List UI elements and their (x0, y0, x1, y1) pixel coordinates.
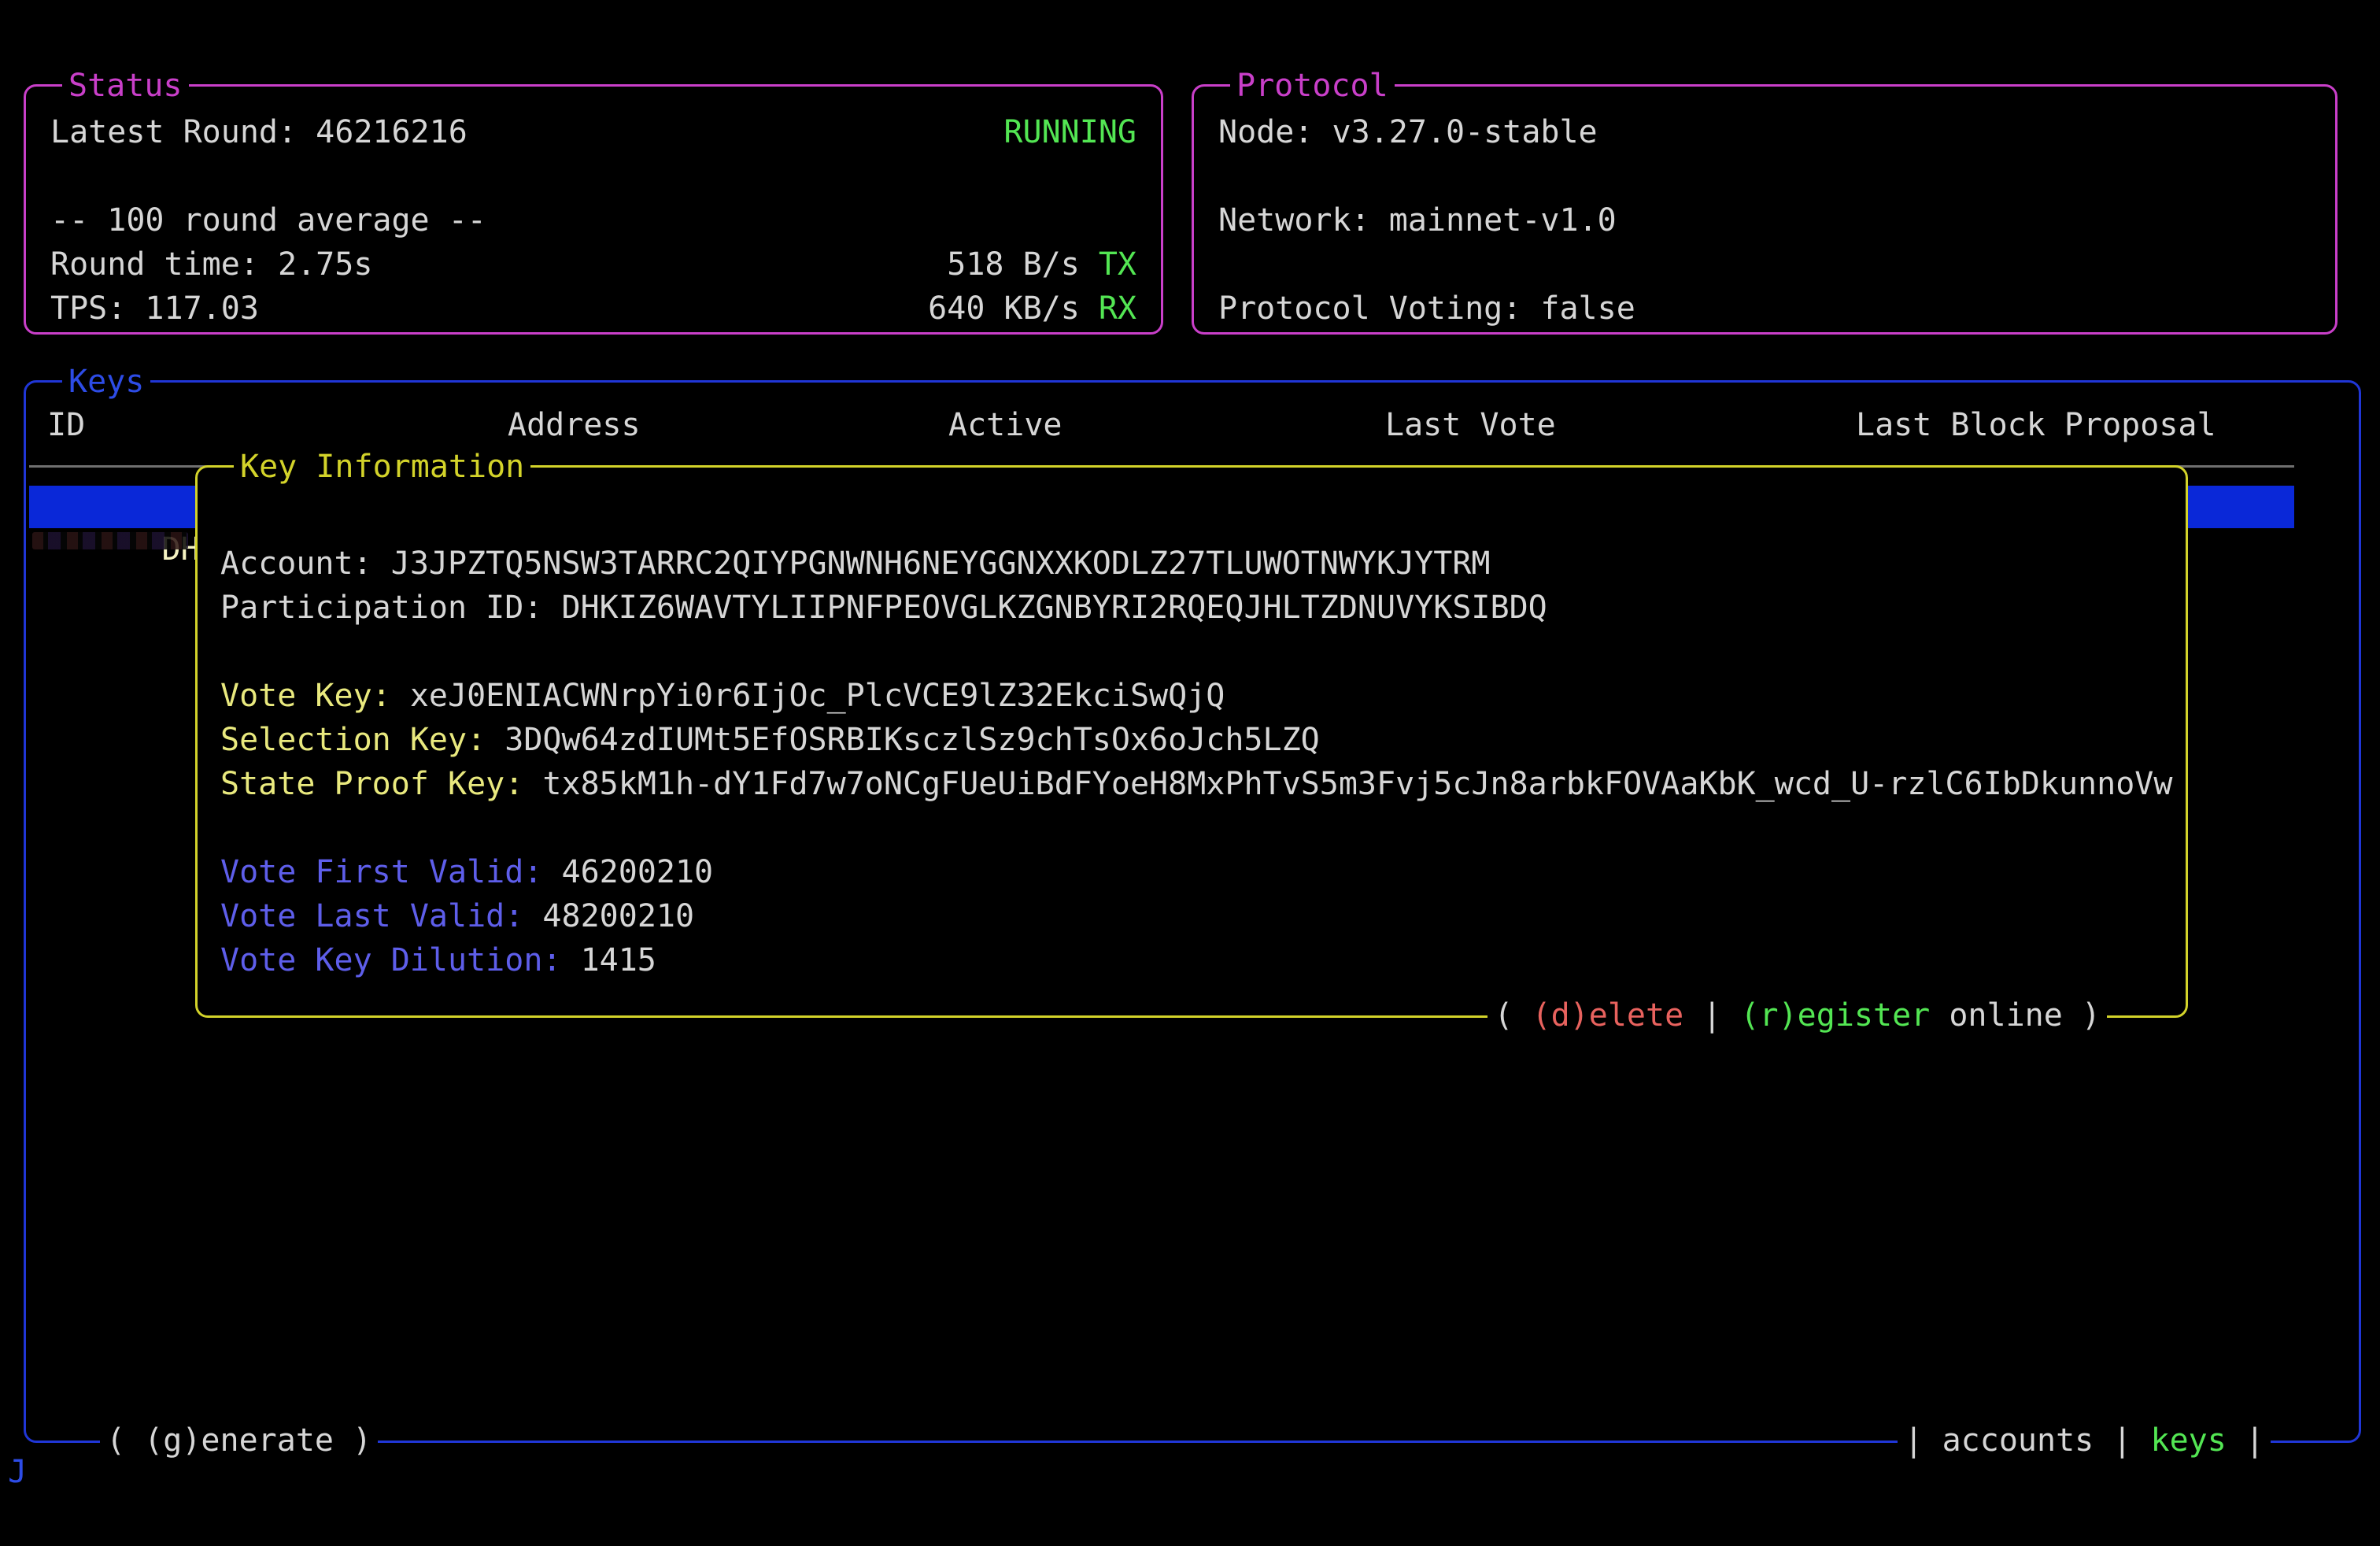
running-status-badge: RUNNING (1003, 110, 1136, 154)
vote-key-dilution-value: 1415 (581, 942, 656, 978)
status-row-average-header: -- 100 round average -- (50, 198, 1136, 242)
round-average-header: -- 100 round average -- (50, 198, 486, 242)
generate-key-action[interactable]: ( (g)enerate ) (100, 1418, 378, 1463)
participation-id-value: DHKIZ6WAVTYLIIPNFPEOVGLKZGNBYRI2RQEQJHLT… (561, 590, 1547, 626)
key-actions-bar: ( (d)elete | (r)egister online ) (1488, 993, 2107, 1037)
protocol-row-network: Network: mainnet-v1.0 (1218, 198, 2311, 242)
latest-round-text: Latest Round: 46216216 (50, 110, 468, 154)
border-artifact-glyph: J (8, 1450, 27, 1494)
vote-last-valid-label: Vote Last Valid: (220, 898, 542, 934)
account-value: J3JPZTQ5NSW3TARRC2QIYPGNWNH6NEYGGNXXKODL… (391, 546, 1491, 582)
nav-tab-keys[interactable]: keys (2151, 1422, 2227, 1459)
rx-rate-value: 640 KB/s (928, 290, 1080, 327)
rx-rate: 640 KB/s RX (928, 287, 1136, 331)
vote-first-valid-row: Vote First Valid: 46200210 (220, 850, 713, 894)
participation-id-label: Participation ID: (220, 590, 561, 626)
protocol-panel: Protocol Node: v3.27.0-stable Network: m… (1192, 84, 2338, 335)
column-header-last-block-proposal: Last Block Proposal (1856, 403, 2216, 447)
status-row-latest-round: Latest Round: 46216216 RUNNING (50, 110, 1136, 154)
actions-open-paren: ( (1494, 997, 1532, 1034)
account-label: Account: (220, 546, 391, 582)
selection-key-value: 3DQw64zdIUMt5EfOSRBIKsczlSz9chTsOx6oJch5… (504, 722, 1320, 758)
round-time-text: Round time: 2.75s (50, 242, 372, 287)
status-panel-title: Status (62, 64, 189, 108)
vote-first-valid-label: Vote First Valid: (220, 854, 561, 890)
protocol-panel-title: Protocol (1230, 64, 1395, 108)
node-version-text: Node: v3.27.0-stable (1218, 110, 1598, 154)
delete-key-action[interactable]: (d)elete (1532, 997, 1684, 1034)
column-header-active: Active (948, 403, 1062, 447)
key-information-dialog: Key Information Account: J3JPZTQ5NSW3TAR… (195, 465, 2188, 1018)
view-nav: | accounts | keys | (1898, 1418, 2271, 1463)
column-header-last-vote: Last Vote (1385, 403, 1556, 447)
column-header-id: ID (47, 403, 85, 447)
vote-key-dilution-label: Vote Key Dilution: (220, 942, 581, 978)
actions-separator: | (1683, 997, 1740, 1034)
vote-last-valid-row: Vote Last Valid: 48200210 (220, 894, 694, 938)
actions-close-paren: ) (2063, 997, 2101, 1034)
tx-rate-value: 518 B/s (947, 246, 1080, 283)
network-text: Network: mainnet-v1.0 (1218, 198, 1617, 242)
status-row-tps: TPS: 117.03 640 KB/s RX (50, 287, 1136, 331)
terminal-screen: Status Latest Round: 46216216 RUNNING --… (0, 0, 2380, 1546)
protocol-voting-text: Protocol Voting: false (1218, 287, 1635, 331)
keys-panel-title: Keys (62, 360, 150, 404)
vote-last-valid-value: 48200210 (542, 898, 694, 934)
vote-key-label: Vote Key: (220, 678, 410, 714)
status-panel: Status Latest Round: 46216216 RUNNING --… (24, 84, 1163, 335)
vote-first-valid-value: 46200210 (561, 854, 713, 890)
tx-rate-unit: TX (1099, 246, 1136, 283)
tx-rate: 518 B/s TX (947, 242, 1136, 287)
obscured-row-artifact (32, 532, 188, 549)
vote-key-dilution-row: Vote Key Dilution: 1415 (220, 938, 656, 982)
state-proof-key-row: State Proof Key: tx85kM1h-dY1Fd7w7oNCgFU… (220, 762, 2172, 806)
nav-separator-right: | (2227, 1422, 2264, 1459)
keys-table-header: ID Address Active Last Vote Last Block P… (26, 403, 2359, 447)
nav-separator-left: | (1904, 1422, 1942, 1459)
selection-key-row: Selection Key: 3DQw64zdIUMt5EfOSRBIKsczl… (220, 718, 1320, 762)
participation-id-row: Participation ID: DHKIZ6WAVTYLIIPNFPEOVG… (220, 586, 1547, 630)
state-proof-key-label: State Proof Key: (220, 766, 542, 802)
protocol-row-node: Node: v3.27.0-stable (1218, 110, 2311, 154)
nav-separator-mid: | (2094, 1422, 2150, 1459)
protocol-row-voting: Protocol Voting: false (1218, 287, 2311, 331)
vote-key-value: xeJ0ENIACWNrpYi0r6IjOc_PlcVCE9lZ32EkciSw… (410, 678, 1225, 714)
tps-text: TPS: 117.03 (50, 287, 259, 331)
register-action-suffix: online (1930, 997, 2063, 1034)
account-row: Account: J3JPZTQ5NSW3TARRC2QIYPGNWNH6NEY… (220, 542, 1491, 586)
state-proof-key-value: tx85kM1h-dY1Fd7w7oNCgFUeUiBdFYoeH8MxPhTv… (542, 766, 2172, 802)
status-row-round-time: Round time: 2.75s 518 B/s TX (50, 242, 1136, 287)
key-information-title: Key Information (234, 445, 530, 489)
nav-tab-accounts[interactable]: accounts (1942, 1422, 2094, 1459)
register-action-label: (r)egister (1740, 997, 1930, 1034)
register-online-action[interactable]: (r)egister online (1740, 997, 2062, 1034)
vote-key-row: Vote Key: xeJ0ENIACWNrpYi0r6IjOc_PlcVCE9… (220, 674, 1225, 718)
selection-key-label: Selection Key: (220, 722, 504, 758)
column-header-address: Address (508, 403, 641, 447)
rx-rate-unit: RX (1099, 290, 1136, 327)
